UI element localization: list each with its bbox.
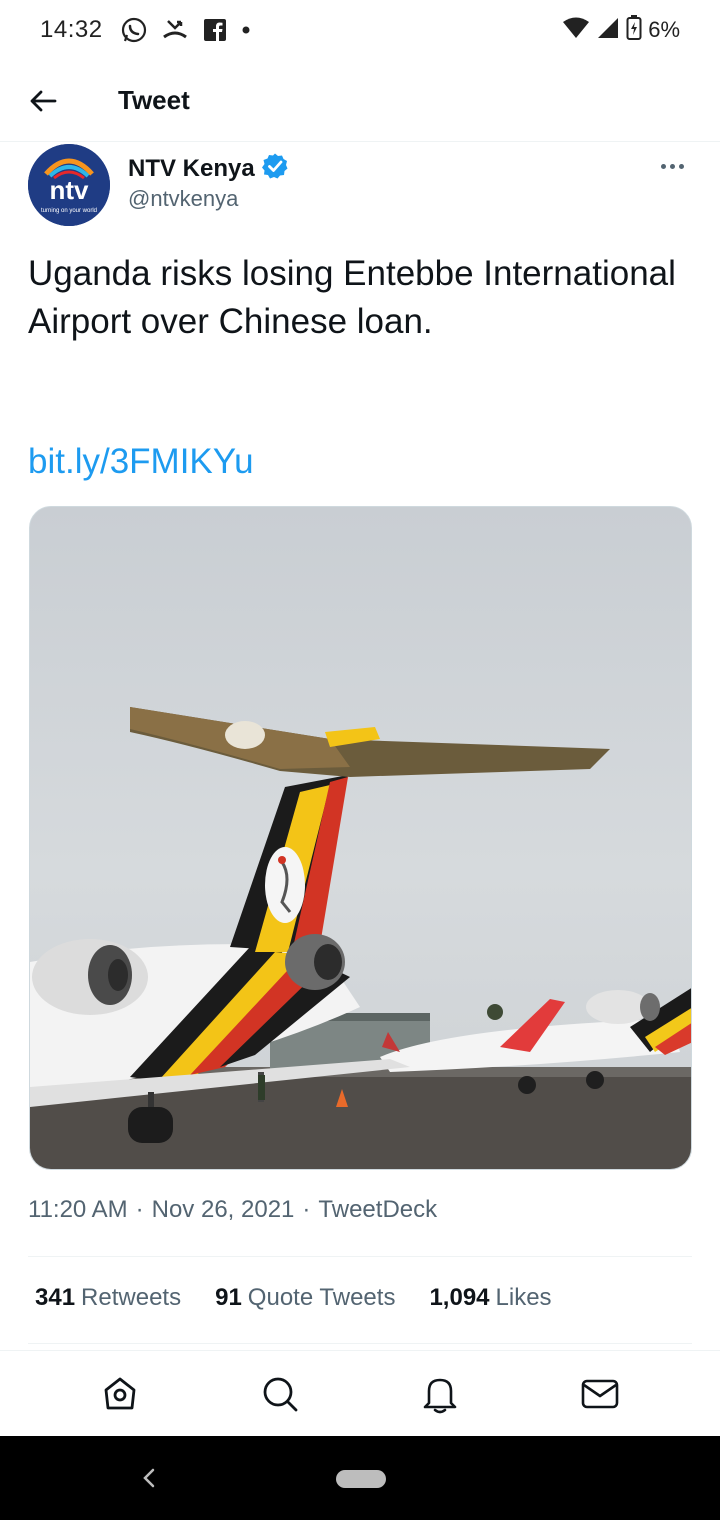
tweet-source[interactable]: TweetDeck <box>318 1196 437 1224</box>
back-button[interactable] <box>0 60 86 142</box>
messages-icon <box>581 1379 619 1408</box>
status-bar: 14:32 6% <box>0 0 720 60</box>
tweet-time: 11:20 AM <box>28 1196 128 1223</box>
bottom-nav <box>0 1350 720 1436</box>
meta-separator: · <box>135 1196 144 1223</box>
tweet-date: Nov 26, 2021 <box>151 1196 295 1223</box>
tweet-link[interactable]: bit.ly/3FMIKYu <box>28 438 254 486</box>
nav-home[interactable] <box>75 1351 165 1437</box>
more-options-button[interactable] <box>652 152 692 180</box>
nav-notifications[interactable] <box>395 1351 485 1437</box>
verified-badge-icon <box>261 152 289 185</box>
status-time: 14:32 <box>40 16 103 43</box>
page-title: Tweet <box>118 85 190 115</box>
dot-icon <box>241 25 251 35</box>
whatsapp-icon <box>121 17 147 43</box>
divider <box>28 1256 692 1257</box>
retweets-stat[interactable]: 341 Retweets <box>35 1284 181 1312</box>
tweet-text: Uganda risks losing Entebbe Internationa… <box>28 254 676 341</box>
nav-messages[interactable] <box>555 1351 645 1437</box>
tweet-author: ntv turning on your world NTV Kenya @ntv… <box>28 144 692 228</box>
author-handle[interactable]: @ntvkenya <box>128 186 238 212</box>
author-name: NTV Kenya <box>128 154 255 182</box>
avatar-logo-text: ntv <box>50 175 90 205</box>
more-dot <box>660 163 666 169</box>
tweet-stats: 341 Retweets 91 Quote Tweets 1,094 Likes <box>35 1284 552 1312</box>
missed-call-icon <box>161 17 189 43</box>
chevron-left-icon <box>143 1468 155 1488</box>
divider <box>28 1343 692 1344</box>
quote-tweets-label: Quote Tweets <box>247 1284 396 1311</box>
notifications-icon <box>423 1378 457 1413</box>
system-back-button[interactable] <box>134 1458 164 1498</box>
top-app-bar: Tweet <box>0 60 720 142</box>
wifi-icon <box>562 17 590 44</box>
likes-count: 1,094 <box>429 1284 490 1311</box>
battery-icon <box>626 14 642 46</box>
likes-label: Likes <box>495 1284 552 1311</box>
system-home-pill[interactable] <box>336 1470 386 1488</box>
search-icon <box>263 1377 298 1411</box>
quote-tweets-stat[interactable]: 91 Quote Tweets <box>215 1284 395 1312</box>
signal-icon <box>596 16 620 45</box>
avatar[interactable]: ntv turning on your world <box>28 144 110 226</box>
more-dot <box>669 163 675 169</box>
likes-stat[interactable]: 1,094 Likes <box>429 1284 551 1312</box>
meta-separator: · <box>302 1196 311 1223</box>
more-dot <box>678 163 684 169</box>
system-icons: 6% <box>562 14 680 46</box>
notification-icons <box>121 17 251 43</box>
home-icon <box>104 1377 136 1409</box>
facebook-icon <box>203 18 227 42</box>
battery-percent: 6% <box>648 17 680 42</box>
tweet-media-image[interactable] <box>29 506 692 1170</box>
nav-search[interactable] <box>235 1351 325 1437</box>
avatar-tagline: turning on your world <box>41 208 97 214</box>
retweets-count: 341 <box>35 1284 76 1311</box>
arrow-left-icon <box>30 90 57 111</box>
author-name-row[interactable]: NTV Kenya <box>128 152 289 185</box>
retweets-label: Retweets <box>81 1284 182 1311</box>
quote-tweets-count: 91 <box>215 1284 242 1311</box>
tweet-meta: 11:20 AM · Nov 26, 2021 · TweetDeck <box>28 1196 437 1224</box>
